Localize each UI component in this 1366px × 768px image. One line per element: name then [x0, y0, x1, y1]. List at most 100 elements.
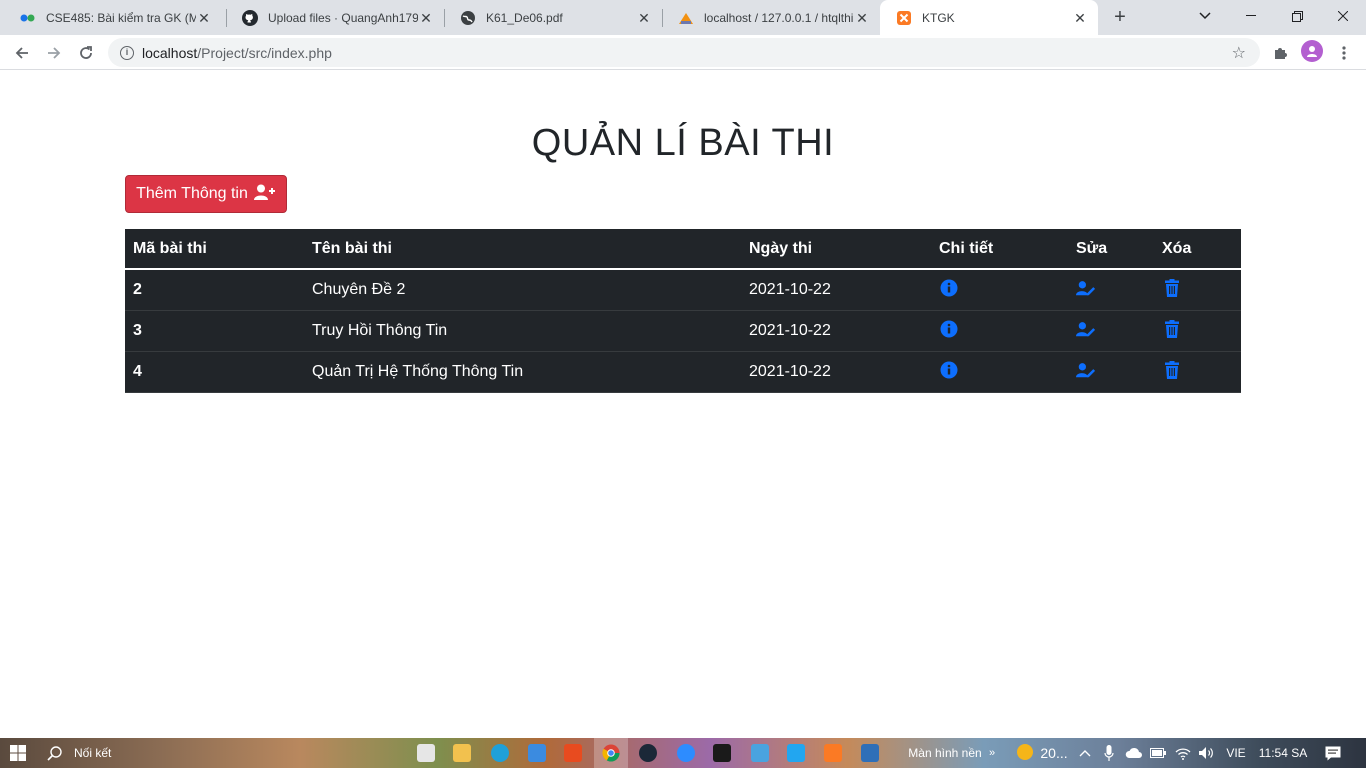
close-tab-icon[interactable]: ✕	[418, 10, 434, 26]
github-icon	[242, 9, 258, 26]
trash-icon[interactable]	[1162, 360, 1182, 380]
tab-title: localhost / 127.0.0.1 / htqlthi	[704, 10, 854, 25]
close-tab-icon[interactable]: ✕	[1072, 10, 1088, 26]
extensions-puzzle-icon[interactable]	[1266, 39, 1294, 67]
add-info-button[interactable]: Thêm Thông tin	[125, 175, 287, 213]
exam-id: 2	[133, 280, 142, 298]
show-hidden-icons-icon[interactable]	[1077, 738, 1093, 768]
desktop-label: Màn hình nền	[908, 746, 982, 760]
tab-title: KTGK	[922, 10, 955, 25]
address-bar[interactable]: i localhost/Project/src/index.php ☆	[108, 38, 1260, 67]
close-tab-icon[interactable]: ✕	[196, 10, 212, 26]
tab-search-icon[interactable]	[1182, 0, 1228, 32]
windows-taskbar: Nối kết Màn hình nền » 20... VIE 11:54 S	[0, 738, 1366, 768]
exam-table: Mã bài thi Tên bài thi Ngày thi Chi tiết…	[125, 229, 1241, 393]
language-label: VIE	[1226, 746, 1246, 760]
clock-time: 11:54 SA	[1258, 746, 1308, 760]
taskbar-search-placeholder: Nối kết	[74, 746, 112, 760]
profile-avatar[interactable]	[1301, 40, 1323, 62]
taskbar-search-input[interactable]: Nối kết	[74, 738, 144, 768]
url-host: localhost	[142, 44, 198, 61]
minimize-icon[interactable]	[1228, 0, 1274, 32]
remote-desktop-icon[interactable]	[750, 738, 770, 768]
exam-name: Quản Trị Hệ Thống Thông Tin	[312, 362, 524, 380]
microphone-icon[interactable]	[1101, 738, 1117, 768]
browser-tab-5[interactable]: KTGK ✕	[880, 0, 1098, 35]
table-header-row: Mã bài thi Tên bài thi Ngày thi Chi tiết…	[125, 229, 1241, 269]
col-header-detail: Chi tiết	[939, 239, 994, 257]
forward-arrow-icon[interactable]	[40, 39, 68, 67]
user-edit-icon[interactable]	[1076, 319, 1096, 339]
input-language[interactable]: VIE	[1224, 738, 1248, 768]
vscode-icon[interactable]	[786, 738, 806, 768]
chevrons-icon[interactable]: »	[987, 738, 997, 768]
weather-widget[interactable]: 20...	[1012, 738, 1072, 768]
col-header-delete: Xóa	[1162, 239, 1192, 257]
close-tab-icon[interactable]: ✕	[636, 10, 652, 26]
store-app-icon[interactable]	[416, 738, 436, 768]
url-path: /Project/src/index.php	[197, 44, 332, 61]
col-header-edit: Sửa	[1076, 239, 1108, 257]
exam-id: 3	[133, 321, 142, 339]
browser-tab-1[interactable]: CSE485: Bài kiểm tra GK (Mã ✕	[4, 0, 222, 35]
exam-date: 2021-10-22	[749, 362, 831, 380]
add-info-label: Thêm Thông tin	[136, 185, 248, 202]
desktop-toolbar[interactable]: Màn hình nền	[904, 738, 986, 768]
wifi-icon[interactable]	[1174, 738, 1192, 768]
chrome-taskbar-icon[interactable]	[594, 738, 628, 768]
bookmark-star-icon[interactable]: ☆	[1232, 43, 1246, 63]
restore-icon[interactable]	[1274, 0, 1320, 32]
photos-icon[interactable]	[860, 738, 880, 768]
xampp-taskbar-icon[interactable]	[823, 738, 843, 768]
tab-title: K61_De06.pdf	[486, 10, 563, 25]
office-icon[interactable]	[563, 738, 583, 768]
trash-icon[interactable]	[1162, 278, 1182, 298]
col-header-name: Tên bài thi	[312, 239, 392, 257]
info-circle-icon[interactable]	[939, 360, 959, 380]
trash-icon[interactable]	[1162, 319, 1182, 339]
reload-icon[interactable]	[72, 39, 100, 67]
site-info-icon[interactable]: i	[120, 45, 134, 60]
file-explorer-icon[interactable]	[452, 738, 472, 768]
notification-center-icon[interactable]	[1322, 738, 1344, 768]
window-close-icon[interactable]	[1320, 0, 1366, 32]
user-edit-icon[interactable]	[1076, 278, 1096, 298]
browser-tab-2[interactable]: Upload files · QuangAnh1792 ✕	[226, 0, 444, 35]
filezilla-icon[interactable]	[712, 738, 732, 768]
zoom-icon[interactable]	[676, 738, 696, 768]
globe-icon	[460, 10, 476, 26]
tab-title: CSE485: Bài kiểm tra GK (Mã	[46, 10, 196, 25]
tab-title: Upload files · QuangAnh1792	[268, 10, 418, 25]
browser-tab-4[interactable]: localhost / 127.0.0.1 / htqlthi ✕	[662, 0, 880, 35]
page-title: QUẢN LÍ BÀI THI	[531, 122, 835, 164]
info-circle-icon[interactable]	[939, 278, 959, 298]
browser-tab-strip: CSE485: Bài kiểm tra GK (Mã ✕ Upload fil…	[0, 0, 1366, 35]
colored-dots-icon	[20, 10, 36, 26]
browser-menu-icon[interactable]	[1330, 39, 1358, 67]
edge-icon[interactable]	[490, 738, 510, 768]
exam-name: Chuyên Đề 2	[312, 280, 406, 298]
browser-toolbar: i localhost/Project/src/index.php ☆	[0, 35, 1366, 70]
user-edit-icon[interactable]	[1076, 360, 1096, 380]
battery-icon[interactable]	[1149, 738, 1167, 768]
mail-icon[interactable]	[527, 738, 547, 768]
windows-start-icon[interactable]	[6, 738, 30, 768]
back-arrow-icon[interactable]	[8, 39, 36, 67]
table-row: 4 Quản Trị Hệ Thống Thông Tin 2021-10-22	[125, 351, 1241, 392]
col-header-date: Ngày thi	[749, 239, 813, 257]
steam-icon[interactable]	[638, 738, 658, 768]
close-tab-icon[interactable]: ✕	[854, 10, 870, 26]
weather-text: 20...	[1040, 745, 1068, 761]
col-header-id: Mã bài thi	[133, 239, 207, 257]
browser-tab-3[interactable]: K61_De06.pdf ✕	[444, 0, 662, 35]
onedrive-cloud-icon[interactable]	[1124, 738, 1144, 768]
clock[interactable]: 11:54 SA	[1257, 738, 1309, 768]
user-plus-icon	[253, 184, 276, 205]
exam-date: 2021-10-22	[749, 321, 831, 339]
volume-icon[interactable]	[1197, 738, 1215, 768]
table-row: 2 Chuyên Đề 2 2021-10-22	[125, 269, 1241, 310]
new-tab-button[interactable]: +	[1106, 4, 1134, 32]
phpmyadmin-icon	[678, 10, 694, 26]
info-circle-icon[interactable]	[939, 319, 959, 339]
taskbar-search-icon[interactable]	[44, 738, 64, 768]
